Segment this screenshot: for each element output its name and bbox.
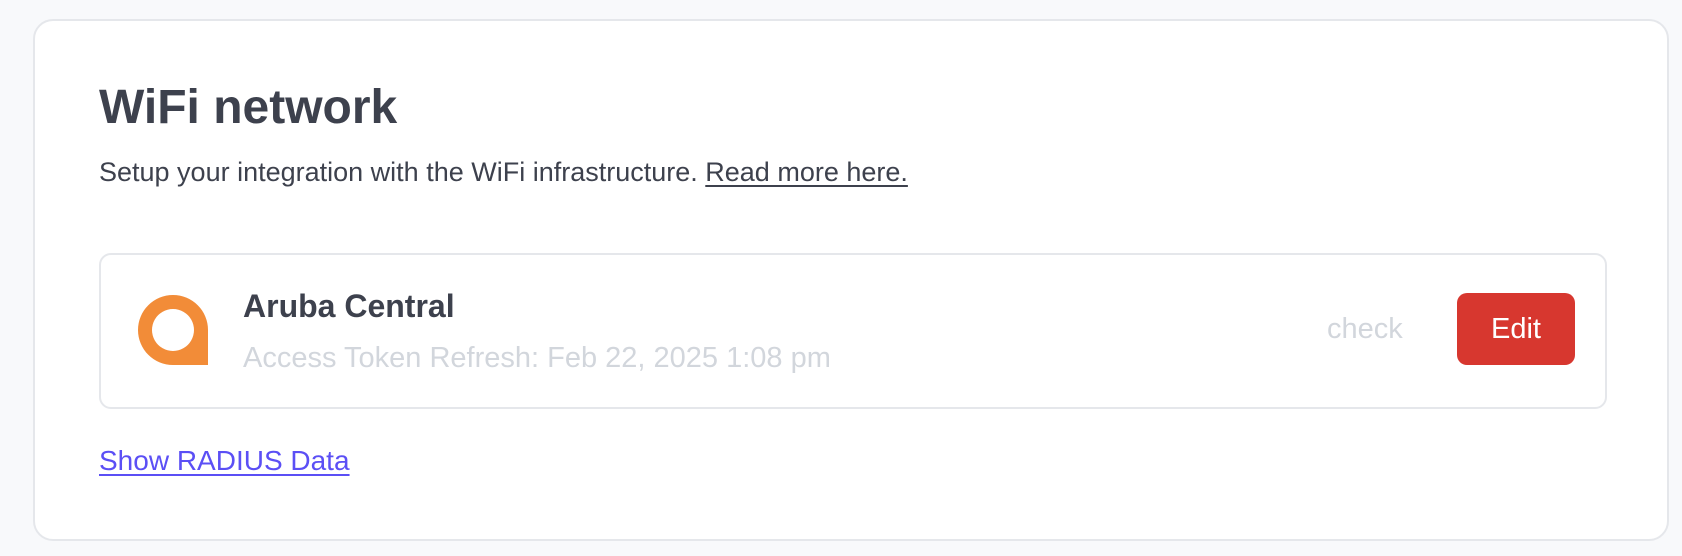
- section-title: WiFi network: [99, 81, 398, 134]
- description-text: Setup your integration with the WiFi inf…: [99, 157, 698, 187]
- edit-button[interactable]: Edit: [1457, 293, 1575, 365]
- integration-name: Aruba Central: [243, 288, 455, 324]
- wifi-network-card: WiFi network Setup your integration with…: [33, 19, 1669, 541]
- show-radius-data-link[interactable]: Show RADIUS Data: [99, 443, 350, 479]
- aruba-logo-icon: [138, 295, 208, 365]
- token-refresh-status: Access Token Refresh: Feb 22, 2025 1:08 …: [243, 342, 831, 374]
- check-button[interactable]: check: [1327, 312, 1403, 347]
- read-more-link[interactable]: Read more here.: [705, 157, 908, 187]
- section-description: Setup your integration with the WiFi inf…: [99, 155, 908, 190]
- integration-row: Aruba Central Access Token Refresh: Feb …: [99, 253, 1607, 409]
